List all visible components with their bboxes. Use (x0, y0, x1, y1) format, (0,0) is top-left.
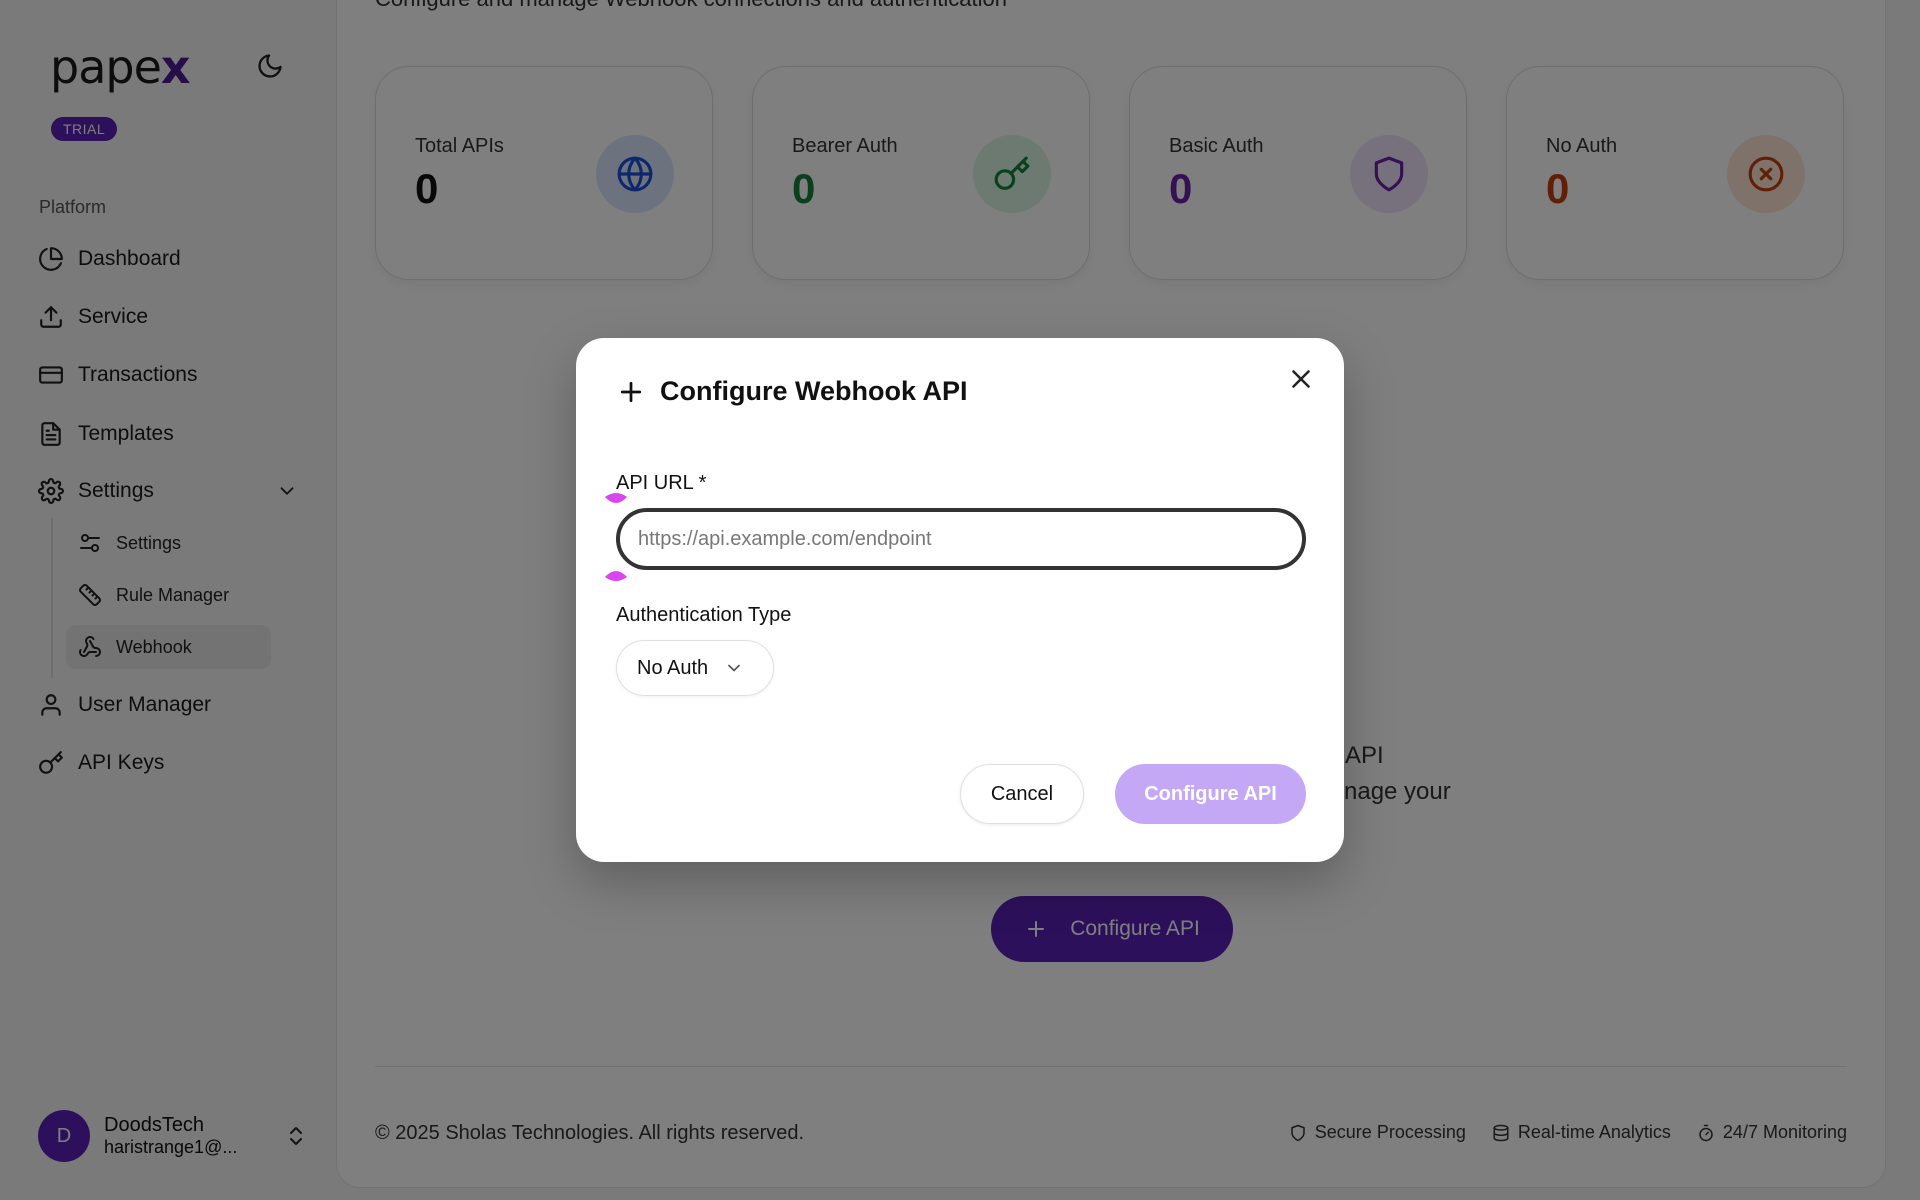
configure-webhook-dialog: Configure Webhook API API URL * Authenti… (576, 338, 1344, 862)
dialog-title-text: Configure Webhook API (660, 376, 968, 406)
dialog-title: Configure Webhook API (616, 376, 968, 407)
plus-icon (620, 381, 642, 402)
auth-type-value: No Auth (637, 656, 709, 679)
api-url-input[interactable] (616, 508, 1306, 570)
auth-type-select[interactable]: No Auth (616, 640, 774, 696)
chevron-down-icon (728, 664, 741, 672)
api-url-label: API URL * (616, 472, 707, 494)
auth-type-label: Authentication Type (616, 604, 792, 626)
close-icon[interactable] (1286, 364, 1316, 394)
selection-handle-bottom[interactable] (603, 567, 629, 583)
submit-configure-button[interactable]: Configure API (1115, 764, 1306, 824)
cancel-button[interactable]: Cancel (960, 764, 1084, 824)
selection-handle-top[interactable] (603, 491, 629, 507)
